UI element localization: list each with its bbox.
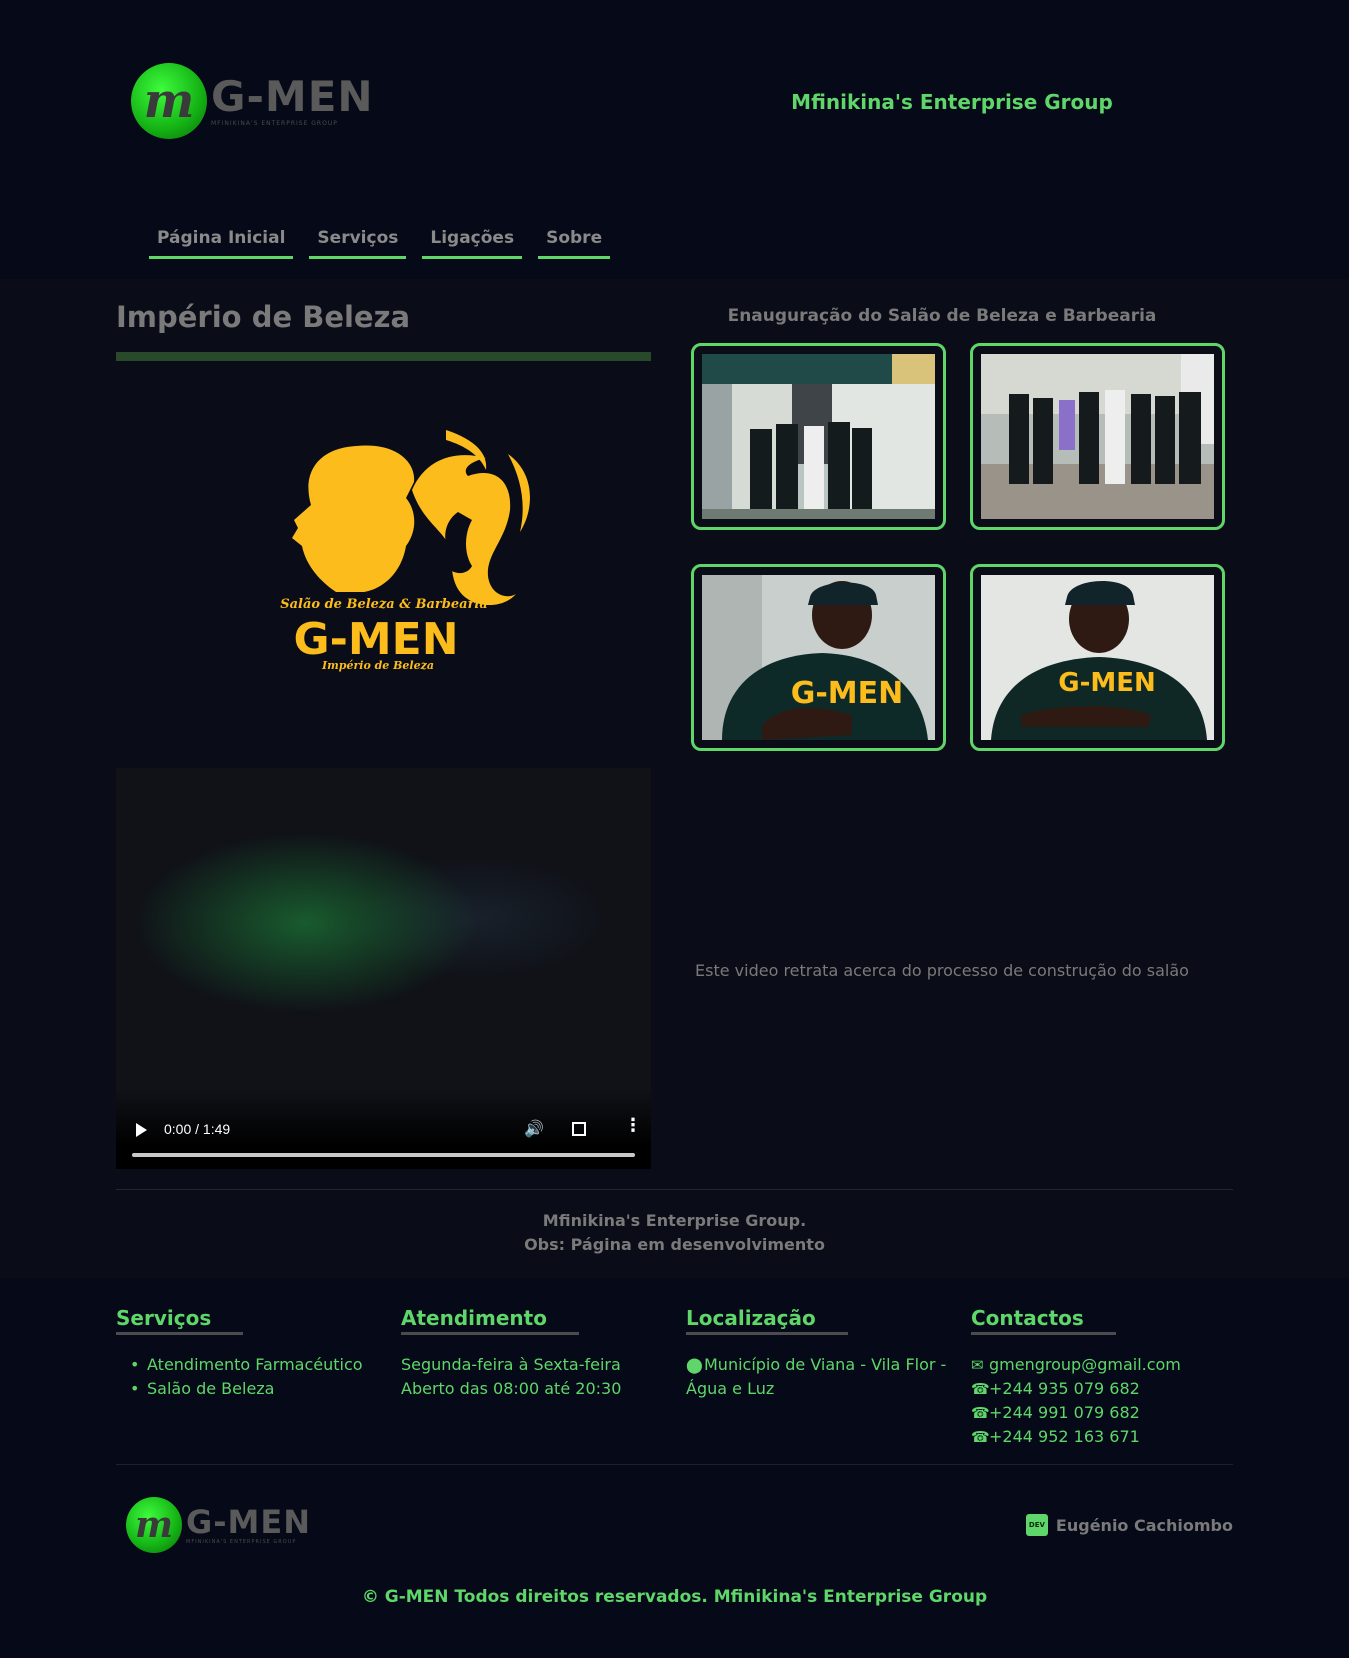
contact-phone[interactable]: ☎+244 952 163 671: [971, 1425, 1241, 1449]
emblem-line2: Império de Beleza: [321, 659, 434, 672]
footer-location-title: Localização: [686, 1306, 848, 1335]
footer-divider: [116, 1464, 1233, 1465]
phone-icon: ☎: [971, 1428, 990, 1446]
enterprise-title: Mfinikina's Enterprise Group: [791, 90, 1113, 114]
footer-contacts: Contactos ✉ gmengroup@gmail.com ☎+244 935…: [971, 1306, 1241, 1449]
svg-text:G-MEN: G-MEN: [1058, 668, 1156, 698]
content-divider: [116, 1189, 1233, 1190]
video-time: 0:00 / 1:49: [164, 1121, 231, 1137]
contact-phone[interactable]: ☎+244 935 079 682: [971, 1377, 1241, 1401]
nav-item-home[interactable]: Página Inicial: [149, 228, 294, 259]
logo-monogram: m: [126, 1497, 182, 1553]
play-icon[interactable]: [136, 1123, 147, 1137]
nav-item-links[interactable]: Ligações: [422, 228, 523, 259]
nav-item-services[interactable]: Serviços: [309, 228, 407, 259]
gallery-photo-2[interactable]: [970, 343, 1225, 530]
photo-image: [981, 354, 1214, 519]
developer-credit[interactable]: DEV Eugénio Cachiombo: [1025, 1514, 1233, 1536]
logo-monogram: m: [131, 63, 207, 139]
svg-text:G-MEN: G-MEN: [791, 676, 904, 711]
phone-icon: ☎: [971, 1380, 990, 1398]
photo-image: G-MEN: [981, 575, 1214, 740]
envelope-icon: ✉: [971, 1356, 984, 1374]
logo-word: G-MEN: [186, 1502, 312, 1541]
gallery-photo-1[interactable]: [691, 343, 946, 530]
fullscreen-icon[interactable]: [572, 1122, 586, 1136]
emblem-line1: Salão de Beleza & Barbearia: [280, 597, 488, 612]
contact-phone[interactable]: ☎+244 991 079 682: [971, 1401, 1241, 1425]
video-progress-bar[interactable]: [132, 1153, 635, 1157]
title-underline: [116, 352, 651, 361]
footer-services-title: Serviços: [116, 1306, 244, 1335]
page-note: Mfinikina's Enterprise Group. Obs: Págin…: [116, 1209, 1233, 1257]
more-options-icon[interactable]: ⋮: [624, 1117, 642, 1135]
gallery-title: Enauguração do Salão de Beleza e Barbear…: [727, 306, 1157, 326]
footer-hours-title: Atendimento: [401, 1306, 579, 1335]
footer-contacts-title: Contactos: [971, 1306, 1116, 1335]
dev-badge-icon: DEV: [1025, 1514, 1048, 1536]
emblem-brand: G-MEN: [293, 614, 458, 665]
footer-location: Localização ⬤Município de Viana - Vila F…: [686, 1306, 956, 1401]
gallery-photo-4[interactable]: G-MEN: [970, 564, 1225, 751]
main-nav: Página Inicial Serviços Ligações Sobre: [149, 228, 611, 259]
salon-emblem-image: Salão de Beleza & Barbearia G-MEN Impéri…: [116, 370, 651, 750]
construction-video-player[interactable]: 0:00 / 1:49 🔊 ⋮: [116, 768, 651, 1169]
nav-item-about[interactable]: Sobre: [538, 228, 611, 259]
map-marker-icon: ⬤: [686, 1356, 703, 1374]
note-line-2: Obs: Página em desenvolvimento: [524, 1235, 825, 1254]
video-description: Este video retrata acerca do processo de…: [695, 961, 1189, 980]
photo-image: G-MEN: [702, 575, 935, 740]
contact-email[interactable]: ✉ gmengroup@gmail.com: [971, 1353, 1241, 1377]
phone-text: +244 935 079 682: [989, 1379, 1140, 1398]
copyright: © G-MEN Todos direitos reservados. Mfini…: [361, 1587, 988, 1607]
footer-services: Serviços Atendimento Farmacéutico Salão …: [116, 1306, 386, 1401]
photo-image: [702, 354, 935, 519]
phone-icon: ☎: [971, 1404, 990, 1422]
logo-tagline: MFINIKINA'S ENTERPRISE GROUP: [186, 1538, 297, 1545]
phone-text: +244 991 079 682: [989, 1403, 1140, 1422]
developer-name: Eugénio Cachiombo: [1055, 1515, 1233, 1535]
location-address: ⬤Município de Viana - Vila Flor - Água e…: [686, 1353, 956, 1401]
footer-hours: Atendimento Segunda-feira à Sexta-feira …: [401, 1306, 671, 1401]
gallery-photo-3[interactable]: G-MEN: [691, 564, 946, 751]
video-controls: 0:00 / 1:49 🔊 ⋮: [116, 1089, 651, 1169]
logo-tagline: MFINIKINA'S ENTERPRISE GROUP: [211, 119, 338, 127]
page-title: Império de Beleza: [116, 300, 411, 334]
service-item[interactable]: Atendimento Farmacéutico: [116, 1353, 386, 1377]
hours-time: Aberto das 08:00 até 20:30: [401, 1379, 622, 1398]
volume-icon[interactable]: 🔊: [524, 1119, 544, 1138]
header-logo[interactable]: m G-MEN MFINIKINA'S ENTERPRISE GROUP: [131, 63, 374, 139]
footer-logo[interactable]: m G-MEN MFINIKINA'S ENTERPRISE GROUP: [126, 1497, 311, 1553]
hours-days: Segunda-feira à Sexta-feira: [401, 1355, 621, 1374]
note-line-1: Mfinikina's Enterprise Group.: [542, 1211, 807, 1230]
address-text: Município de Viana - Vila Flor - Água e …: [686, 1355, 947, 1398]
phone-text: +244 952 163 671: [989, 1427, 1140, 1446]
logo-word: G-MEN: [211, 71, 374, 121]
service-item[interactable]: Salão de Beleza: [116, 1377, 386, 1401]
email-text: gmengroup@gmail.com: [989, 1355, 1181, 1374]
